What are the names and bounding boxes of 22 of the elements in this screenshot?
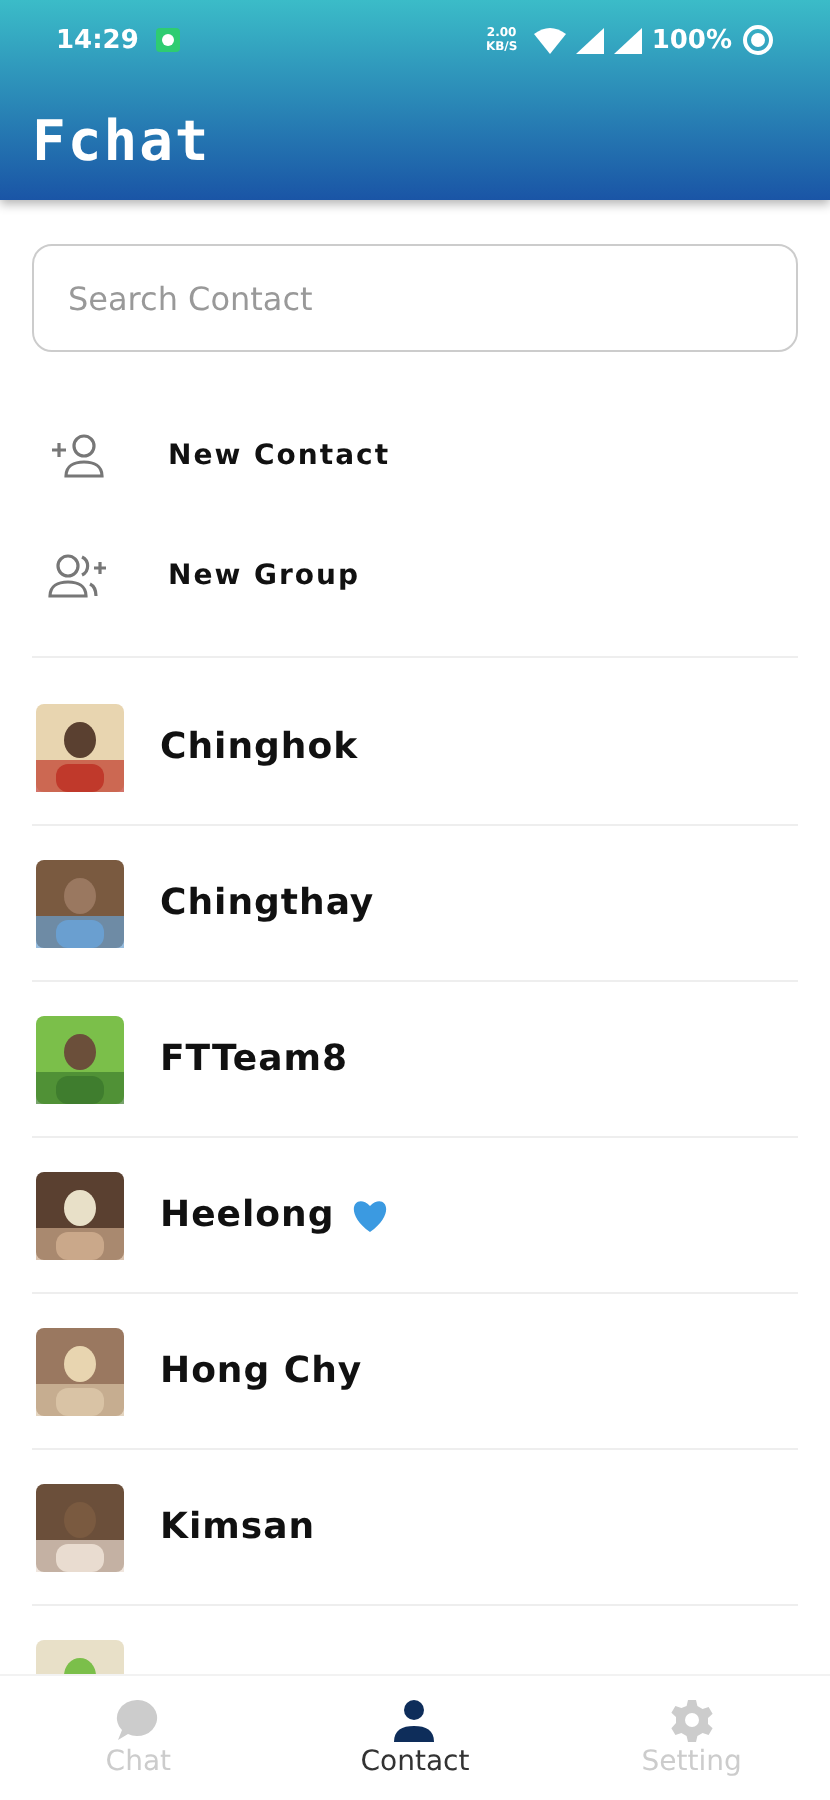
add-person-icon (48, 432, 108, 480)
contact-name[interactable]: Chinghok (160, 726, 359, 768)
signal-icon (575, 27, 604, 53)
search-field[interactable]: Search Contact (32, 244, 798, 352)
settings-icon (669, 1698, 714, 1742)
contact-name[interactable]: FTTeam8 (160, 1038, 349, 1080)
action-item[interactable]: New Group (168, 560, 361, 592)
contact-name[interactable]: Hong Chy (160, 1350, 363, 1392)
app-logo: Fchat (32, 107, 211, 173)
battery-level: 100% (651, 25, 732, 55)
contact-name[interactable]: Kimsan (160, 1506, 316, 1548)
action-item[interactable]: New Contact (168, 440, 391, 472)
status-time: 14:29 (56, 25, 139, 55)
nav-tab[interactable]: Contact (276, 1676, 554, 1800)
add-group-icon (48, 552, 108, 600)
signal-icon (613, 27, 642, 53)
notification-icon (156, 28, 181, 52)
contact-name[interactable]: Heelong (160, 1194, 335, 1236)
wifi-icon (533, 27, 566, 53)
contact-name[interactable]: Chingthay (160, 882, 375, 924)
chat-icon (116, 1698, 161, 1742)
person-icon (392, 1698, 437, 1742)
